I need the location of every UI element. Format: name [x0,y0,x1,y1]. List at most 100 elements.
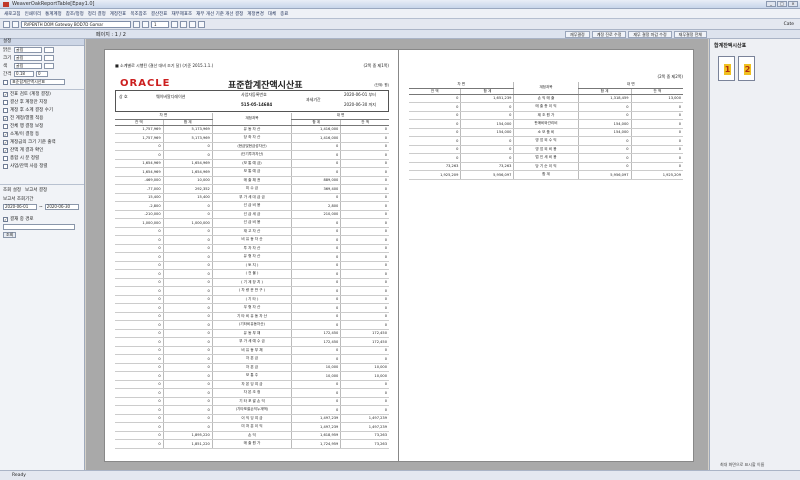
debit-balance-cell: 1,757,969 [115,133,164,143]
color-picker[interactable] [44,63,54,69]
option-checkbox-3[interactable]: ✓ [3,115,8,121]
spacing-input[interactable]: 0.18 [14,71,34,77]
menu-item-11[interactable]: 대체 [268,11,276,17]
printer-select[interactable]: RVPENTH DOM Gateway BOD7D Gamar [21,20,131,28]
debit-balance-cell: 0 [409,119,461,129]
zoom-out-icon[interactable] [133,20,140,28]
debit-total-cell: 0 [162,269,213,279]
menu-item-10[interactable]: 계정변경 [247,11,264,17]
approve-all-button[interactable]: 재무결정 전체 [673,31,707,38]
tab-report-settings[interactable]: 보고서 결정 [25,187,47,193]
date-from-input[interactable]: 2020-06-01 [3,204,37,210]
debit-balance-cell: 0 [115,422,164,432]
option-checkbox-6[interactable]: ✓ [3,139,8,145]
menu-item-9[interactable]: 재무 개선 기준 개선 결정 [196,11,243,17]
option-label-7: 잔액 계 결과 확인 [10,148,44,153]
account-cell: 합 계 [513,170,579,180]
edit-path-button[interactable]: 계정 진로 수정 [591,31,627,38]
size-color-picker[interactable] [44,55,54,61]
thumbnail-page-1[interactable]: 1 [718,56,735,81]
credit-balance-cell: 0 [340,312,389,321]
menu-item-1[interactable]: 인쇄미리 [25,11,42,17]
page-count-2: (2쪽 중 제2쪽) [657,74,683,79]
menu-item-12[interactable]: 종료 [280,11,288,17]
menu-item-5[interactable]: 계정전표 [110,11,127,17]
credit-balance-cell: 0 [630,111,683,120]
option-checkbox-5[interactable]: ✓ [3,131,8,137]
thumbnail-page-2[interactable]: 2 [738,56,755,81]
size-select[interactable]: 굴림 [14,55,42,61]
credit-total-cell: 172,450 [291,337,341,347]
prev-page-icon[interactable] [180,20,187,28]
menu-item-2[interactable]: 통계계정 [45,11,62,17]
option-checkbox-1[interactable] [3,99,8,105]
company-select[interactable] [3,224,75,230]
zoom-in-icon[interactable] [142,20,149,28]
credit-balance-cell: 0 [340,125,389,134]
credit-balance-cell: 0 [630,162,683,171]
statement-row: 00자 본 조 정00 [115,388,389,398]
statement-row: 00비 유 동 부 채00 [115,346,389,355]
color-select[interactable]: 굴림 [14,63,42,69]
menu-item-3[interactable]: 참조/정정 [66,11,84,17]
next-page-icon[interactable] [189,20,196,28]
option-checkbox-0[interactable]: ✓ [3,91,8,97]
zoom-select[interactable]: 1 [151,20,169,28]
report-viewer[interactable]: ■ 소계별로 시행된 (결산 대비 조기 달) (기준 2015.1.1.) (… [86,39,708,470]
font-color-picker[interactable] [44,47,54,53]
debit-balance-cell: 0 [115,312,164,321]
menu-item-0[interactable]: 새로고침 [4,11,21,17]
debit-total-cell: 0 [162,261,213,270]
first-page-icon[interactable] [171,20,178,28]
debit-total-cell: 292,352 [162,184,213,194]
option-checkbox-4[interactable] [3,123,8,129]
statement-title-checkbox[interactable] [3,79,8,85]
debit-total-cell: 0 [162,329,213,338]
company-checkbox[interactable]: ✓ [3,216,8,222]
date-to-input[interactable]: 2020-06-30 [44,204,79,210]
save-icon[interactable] [12,20,19,28]
option-checkbox-7[interactable]: ✓ [3,147,8,153]
option-checkbox-9[interactable] [3,163,8,169]
account-cell: 보 통 예 금 [211,167,292,177]
spacing-extra-input[interactable]: 0 [36,71,48,77]
credit-balance-cell: 0 [340,227,389,236]
option-checkbox-8[interactable] [3,155,8,161]
thumbnail-number-2: 2 [744,64,751,75]
credit-total-cell: 2,800 [291,201,341,211]
font-select[interactable]: 굴림 [14,47,42,53]
settings-header: 설정 [0,39,84,46]
debit-balance-cell: 0 [115,320,164,330]
print-icon[interactable] [3,20,10,28]
credit-total-cell: 10,000 [291,371,341,381]
menu-item-6[interactable]: 목조참조 [130,11,147,17]
statement-row: 00부 가 세 예 수 금 172,450 172,450 [115,337,389,347]
statement-title-input[interactable]: 표준합계잔액시산표 [10,79,65,85]
edit-close-button[interactable]: 재무 결정 마감 수정 [628,31,672,38]
debit-total-cell: 0 [460,102,514,112]
query-button[interactable]: 조회 [3,232,17,238]
approve-button[interactable]: 재무결정 [565,31,590,38]
menu-item-4[interactable]: 정리 결정 [88,11,106,17]
credit-balance-cell: 0 [340,167,389,177]
maximize-button[interactable]: □ [777,1,787,7]
tab-query-settings[interactable]: 조회 설정 [3,187,21,193]
credit-total-cell: 0 [291,295,341,304]
debit-total-cell: 0 [162,312,213,321]
debit-total-cell: 0 [460,153,514,163]
minimize-button[interactable]: _ [766,1,776,7]
close-button[interactable]: × [788,1,798,7]
option-checkbox-2[interactable] [3,107,8,113]
credit-balance-cell: 0 [340,235,389,245]
account-cell: 자 본 금 [211,354,292,364]
credit-total-cell: 0 [291,278,341,287]
last-page-icon[interactable] [198,20,205,28]
statement-row: 0 0( 기 타 ) 0 0 [115,295,389,304]
statement-header-box: 상 호 웨이버알디레이션 사업자등록번호 515-05-14684 과세기간 2… [115,90,389,112]
menu-item-7[interactable]: 결산전표 [151,11,168,17]
option-label-9: 사업/잔액 사용 정렬 [10,164,48,169]
account-cell: 판매비와관리비 [513,119,579,129]
debit-total-cell: 0 [162,244,213,253]
menu-item-8[interactable]: 재무제표조 [171,11,192,17]
font-label: 맑은 [3,48,12,53]
